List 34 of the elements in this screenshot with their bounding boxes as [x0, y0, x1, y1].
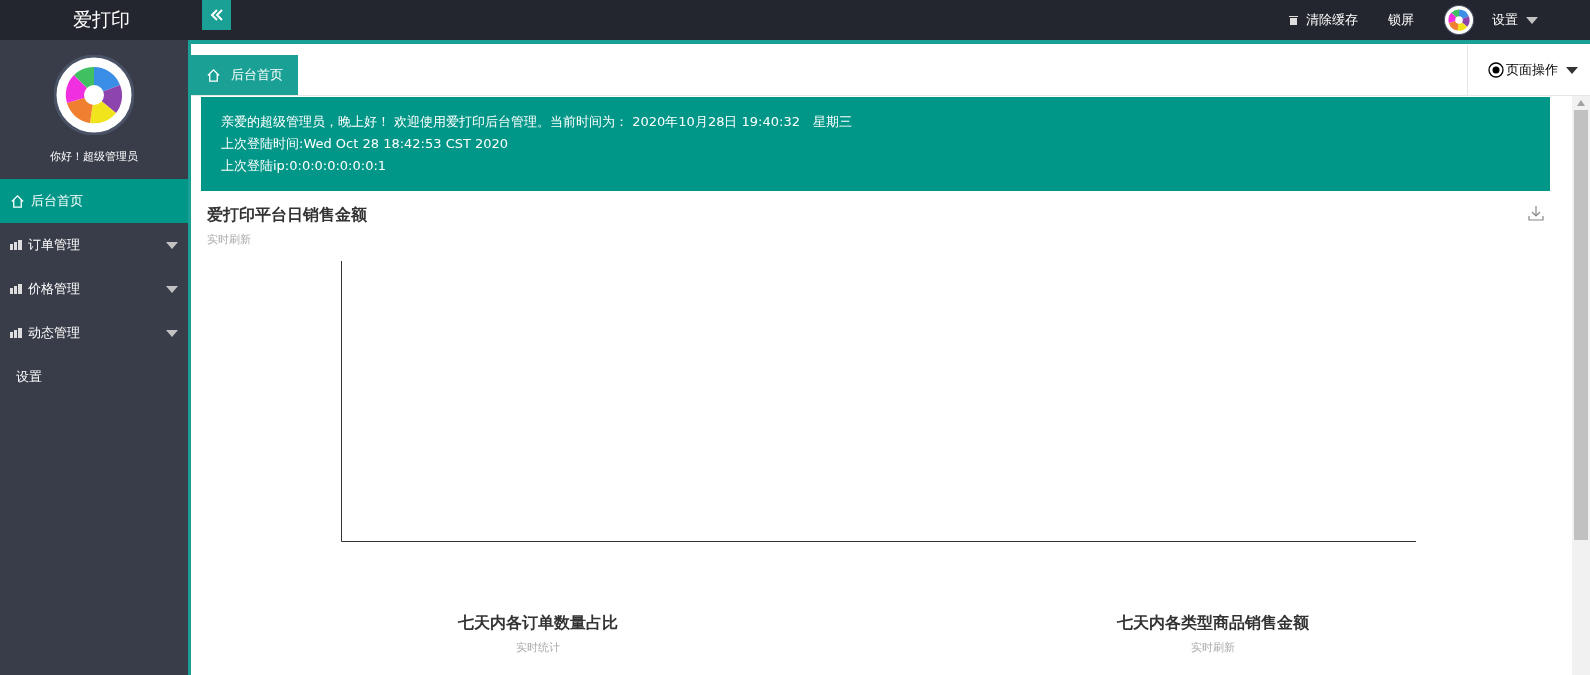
caret-icon: [166, 285, 178, 293]
chart-title: 七天内各订单数量占比: [458, 613, 619, 634]
banner-text: 亲爱的超级管理员，晚上好！ 欢迎使用爱打印后台管理。当前时间为： 2020年10月28日 19:40:32 星期三: [221, 113, 853, 131]
caret-icon: [1526, 16, 1538, 24]
home-icon: [10, 193, 25, 209]
banner-text: 上次登陆时间:Wed Oct 28 18:42:53 CST 2020: [221, 135, 510, 153]
scrollbar[interactable]: [1572, 96, 1590, 675]
user-avatar: [1444, 5, 1474, 35]
header-link[interactable]: 锁屏: [1388, 11, 1414, 29]
collapse-button[interactable]: [202, 0, 231, 30]
caret-icon: [166, 241, 178, 249]
sidebar-item[interactable]: 订单管理: [0, 223, 188, 267]
caret-icon: [166, 329, 178, 337]
trash-icon: [1289, 15, 1298, 25]
caret-icon: [1566, 66, 1578, 74]
app-logo: 爱打印: [71, 7, 131, 32]
sidebar-item[interactable]: 价格管理: [0, 267, 188, 311]
home-icon: [206, 67, 221, 83]
chart-subtitle: 实时刷新: [207, 232, 252, 247]
banner-text: 上次登陆ip:0:0:0:0:0:0:0:1: [221, 157, 388, 175]
download-icon[interactable]: [1528, 205, 1544, 221]
radio-icon: [1488, 62, 1504, 78]
double-chevron-icon: [209, 8, 224, 22]
scroll-up-icon[interactable]: [1577, 100, 1585, 106]
header-link[interactable]: 设置: [1444, 5, 1538, 35]
greeting-text: 你好！超级管理员: [50, 149, 138, 164]
header-link[interactable]: 清除缓存: [1289, 11, 1358, 29]
chart-title: 爱打印平台日销售金额: [207, 205, 367, 226]
chart-subtitle: 实时刷新: [1190, 640, 1235, 655]
chart-subtitle: 实时统计: [516, 640, 561, 655]
chart-title: 七天内各类型商品销售金额: [1116, 613, 1309, 634]
sidebar-item[interactable]: 后台首页: [0, 179, 188, 223]
sidebar-item[interactable]: 动态管理: [0, 311, 188, 355]
sidebar-item[interactable]: 设置: [0, 355, 188, 399]
